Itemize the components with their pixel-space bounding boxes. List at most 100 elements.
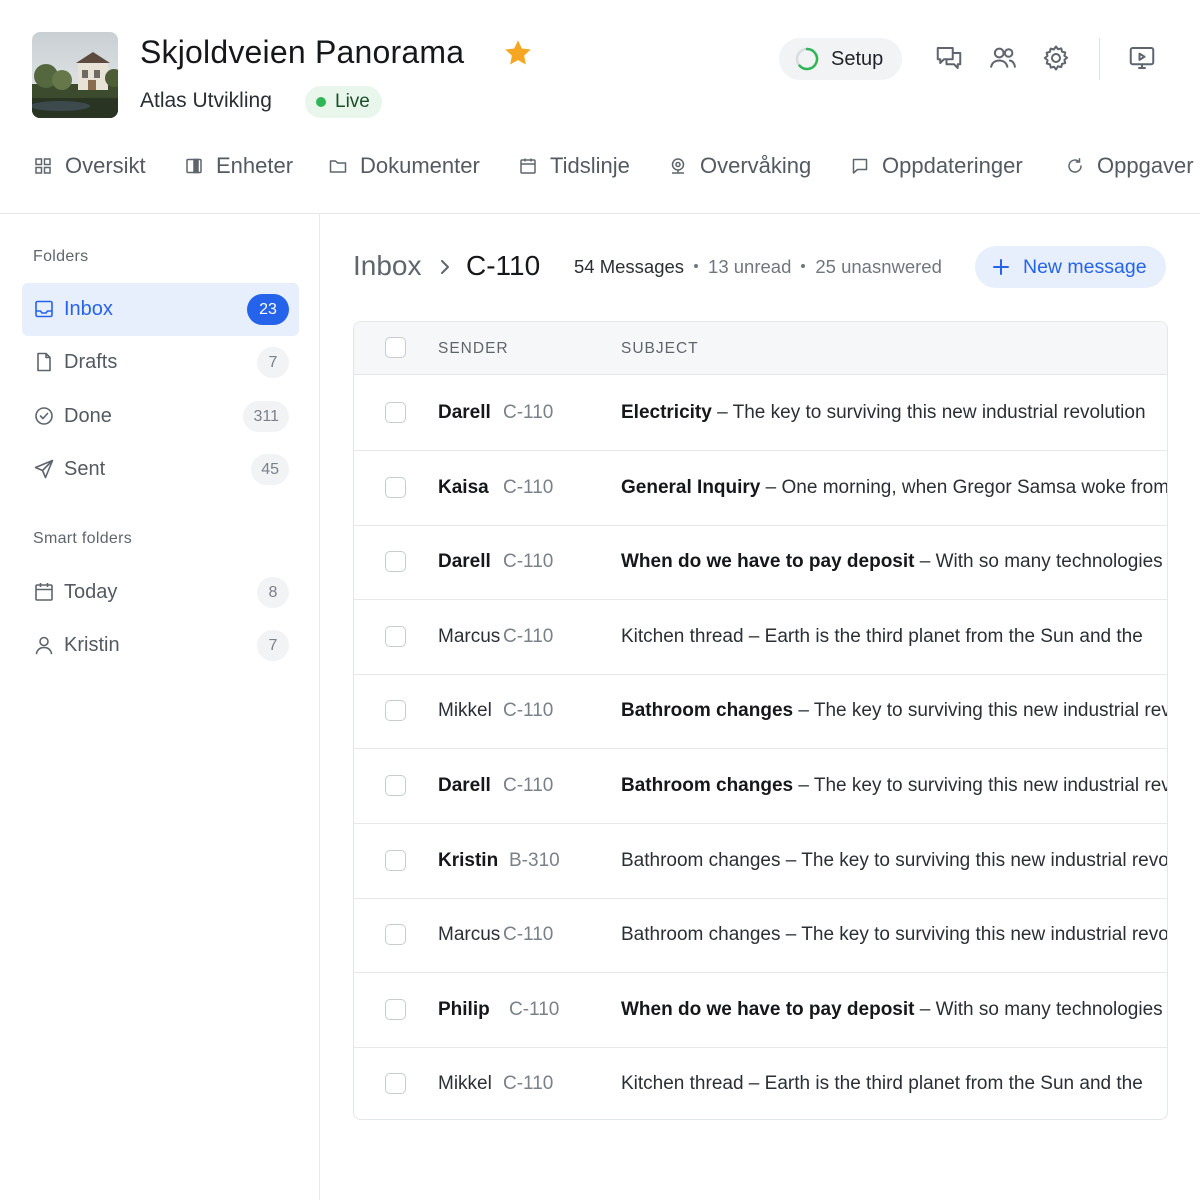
row-checkbox[interactable] [385, 998, 406, 1020]
tab-overvaking[interactable]: Overvåking [669, 146, 811, 186]
table-row[interactable]: Kaisa C-110 General Inquiry – One morning,… [354, 451, 1167, 526]
tab-enheter[interactable]: Enheter [185, 146, 293, 186]
webcam-icon [671, 158, 685, 174]
message-square-icon [852, 158, 868, 174]
refresh-icon [1068, 158, 1082, 173]
message-subject: When do we have to pay deposit – With so… [621, 525, 1167, 599]
message-subject: General Inquiry – One morning, when Greg… [621, 451, 1167, 525]
calendar-icon [35, 583, 53, 601]
subject-separator: – [914, 551, 936, 573]
tab-label: Oppgaver [1097, 153, 1194, 178]
table-row[interactable]: Mikkel C-110 Bathroom changes – The key to… [354, 674, 1167, 750]
column-header-sender: SENDER [438, 340, 509, 357]
gear-icon[interactable] [1040, 42, 1072, 74]
sidebar-item-label: Drafts [64, 351, 118, 373]
sidebar-item-drafts[interactable]: Drafts 7 [22, 336, 299, 389]
panel-icon [186, 158, 202, 174]
tab-oversikt[interactable]: Oversikt [34, 146, 146, 186]
row-checkbox[interactable] [385, 625, 406, 647]
subject-separator: – [780, 924, 802, 946]
table-row[interactable]: Darell C-110 Bathroom changes – The key to… [354, 749, 1167, 824]
message-subject: Bathroom changes – The key to surviving … [621, 749, 1167, 823]
unit-code: C-110 [503, 476, 554, 498]
subject-preview: The key to surviving this new industrial… [801, 924, 1168, 946]
subject-title: Kitchen thread [621, 1073, 744, 1095]
folder-icon [329, 160, 347, 173]
subject-separator: – [780, 849, 802, 871]
row-checkbox[interactable] [385, 700, 406, 722]
sidebar-item-kristin[interactable]: Kristin 7 [22, 619, 299, 672]
count-badge: 45 [251, 454, 289, 485]
project-header: Skjoldveien Panorama Atlas Utvikling Liv… [0, 0, 1200, 214]
tab-dokumenter[interactable]: Dokumenter [329, 146, 480, 186]
plus-icon [993, 259, 1009, 275]
sidebar-item-done[interactable]: Done 311 [22, 390, 299, 443]
tab-oppdateringer[interactable]: Oppdateringer [851, 146, 1023, 186]
tab-oppgaver[interactable]: Oppgaver [1066, 146, 1194, 186]
message-subject: Electricity – The key to surviving this … [621, 376, 1167, 450]
select-all-checkbox[interactable] [385, 337, 406, 358]
row-checkbox[interactable] [385, 849, 406, 871]
subject-preview: The key to surviving this new industrial… [813, 775, 1167, 796]
project-tabs: Oversikt Enheter Dokumenter Tidslinje Ov… [0, 146, 1200, 186]
row-checkbox[interactable] [385, 551, 406, 573]
row-checkbox[interactable] [385, 402, 406, 423]
message-subject: Bathroom changes – The key to surviving … [621, 674, 1167, 748]
sidebar-item-today[interactable]: Today 8 [22, 566, 299, 619]
subject-title: When do we have to pay deposit [621, 998, 915, 1020]
tab-label: Oversikt [65, 153, 146, 178]
table-row[interactable]: Marcus C-110 Bathroom changes – The key to… [354, 898, 1168, 974]
message-subject: Bathroom changes – The key to surviving … [621, 898, 1168, 972]
row-checkbox[interactable] [385, 1073, 406, 1095]
message-subject: Kitchen thread – Earth is the third plan… [621, 1047, 1167, 1119]
people-icon[interactable] [987, 42, 1019, 74]
sender-name: Kristin [438, 849, 499, 871]
favorite-star-icon[interactable] [502, 37, 534, 69]
send-icon [34, 459, 54, 479]
project-thumbnail[interactable] [32, 32, 118, 118]
sidebar-item-inbox[interactable]: Inbox 23 [22, 283, 299, 336]
tab-label: Overvåking [700, 153, 812, 178]
tab-tidslinje[interactable]: Tidslinje [519, 146, 630, 186]
tab-label: Dokumenter [360, 153, 480, 178]
table-row[interactable]: Kristin B-310 Bathroom changes – The key t… [354, 824, 1167, 899]
table-row[interactable]: Darell C-110 When do we have to pay deposi… [354, 525, 1167, 601]
unit-code: C-110 [503, 1073, 554, 1095]
subject-separator: – [793, 700, 814, 722]
project-title: Skjoldveien Panorama [140, 34, 465, 70]
new-message-button[interactable]: New message [975, 246, 1166, 288]
row-checkbox[interactable] [385, 924, 406, 946]
count-badge: 7 [257, 630, 289, 661]
row-checkbox[interactable] [385, 476, 406, 498]
sender-name: Mikkel [438, 1073, 492, 1095]
presentation-icon[interactable] [1126, 42, 1158, 74]
sidebar-item-label: Inbox [64, 298, 113, 320]
sidebar-item-sent[interactable]: Sent 45 [22, 443, 299, 496]
sender-name: Marcus [438, 625, 501, 647]
subject-preview: With so many technologies [935, 551, 1163, 573]
subject-title: Electricity [621, 402, 712, 423]
column-header-subject: SUBJECT [621, 340, 699, 357]
stats-separator [694, 264, 699, 269]
sender-name: Kaisa [438, 476, 489, 498]
unit-code: C-110 [503, 551, 554, 573]
chat-icon[interactable] [933, 42, 965, 74]
unit-code: B-310 [509, 849, 560, 871]
setup-label: Setup [831, 48, 884, 70]
table-row[interactable]: Mikkel C-110 Kitchen thread – Earth is the… [354, 1047, 1167, 1119]
unit-code: C-110 [509, 998, 560, 1020]
subject-title: General Inquiry [621, 476, 761, 498]
message-subject: Bathroom changes – The key to surviving … [621, 824, 1167, 898]
table-row[interactable]: Marcus C-110 Kitchen thread – Earth is the… [354, 600, 1167, 675]
table-row[interactable]: Darell C-110 Electricity – The key to surv… [354, 376, 1167, 451]
subject-separator: – [711, 402, 733, 423]
subject-title: Bathroom changes [621, 849, 781, 871]
count-badge: 311 [243, 401, 289, 432]
breadcrumb-inbox[interactable]: Inbox [353, 250, 422, 282]
row-checkbox[interactable] [385, 775, 406, 796]
developer-name: Atlas Utvikling [140, 89, 272, 112]
sender-name: Philip [438, 998, 490, 1020]
inbox-icon [35, 300, 53, 318]
setup-button[interactable]: Setup [779, 38, 902, 80]
table-row[interactable]: Philip C-110 When do we have to pay deposi… [354, 973, 1167, 1048]
